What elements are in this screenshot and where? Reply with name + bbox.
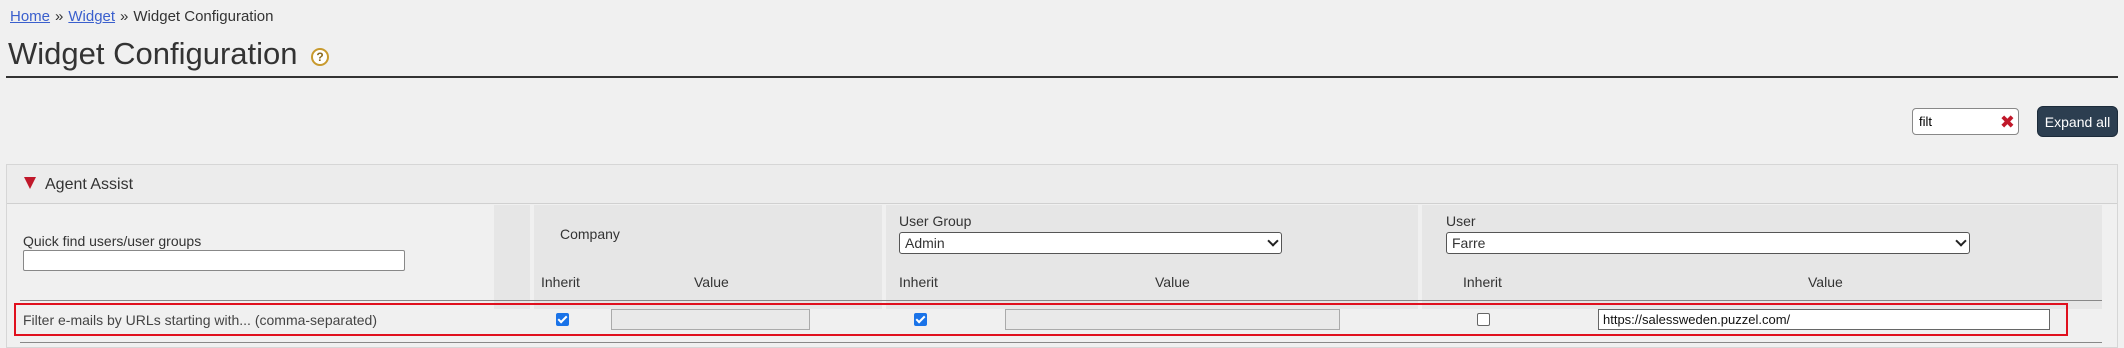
breadcrumb-current: Widget Configuration [133,8,274,25]
user-select[interactable]: Farre [1446,232,1970,254]
quick-find-label: Quick find users/user groups [23,233,202,249]
breadcrumb-separator: » [55,8,64,25]
setting-label: Filter e-mails by URLs starting with... … [23,312,377,328]
filter-input[interactable] [1917,112,1987,131]
company-label: Company [560,226,620,242]
clear-filter-icon[interactable]: ✖ [2000,113,2015,131]
breadcrumb: Home» Widget» Widget Configuration [10,8,273,25]
company-column [534,205,830,309]
group-inherit-header: Inherit [899,274,938,290]
company-value-input[interactable] [611,309,810,330]
user-column [1422,205,2102,309]
user-inherit-checkbox[interactable] [1477,313,1490,326]
user-label: User [1446,213,1476,229]
filter-box: ✖ [1912,108,2019,135]
spacer-column [1378,205,1418,309]
chevron-down-icon [1955,235,1967,247]
company-inherit-header: Inherit [541,274,580,290]
panel-header[interactable]: Agent Assist [7,165,2117,204]
user-selected: Farre [1452,235,1486,251]
row-divider [20,342,2102,343]
group-inherit-checkbox[interactable] [914,313,927,326]
help-icon[interactable]: ? [311,48,329,66]
user-group-selected: Admin [905,235,945,251]
spacer-column [494,205,530,309]
chevron-down-icon [1267,235,1279,247]
user-value-header: Value [1808,274,1843,290]
spacer-column [830,205,882,309]
header-divider [20,300,2102,301]
user-value-input[interactable]: https://salessweden.puzzel.com/ [1598,309,2050,330]
panel-title: Agent Assist [45,176,134,193]
collapse-triangle-icon[interactable] [24,177,36,189]
quick-find-input[interactable] [23,250,405,271]
breadcrumb-widget-link[interactable]: Widget [68,8,115,25]
group-value-header: Value [1155,274,1190,290]
company-inherit-checkbox[interactable] [556,313,569,326]
title-divider [6,76,2118,78]
breadcrumb-home-link[interactable]: Home [10,8,50,25]
expand-all-button[interactable]: Expand all [2037,106,2118,137]
group-value-input[interactable] [1005,309,1340,330]
company-value-header: Value [694,274,729,290]
page-title: Widget Configuration [8,36,298,71]
breadcrumb-separator: » [120,8,129,25]
user-group-label: User Group [899,213,972,229]
user-inherit-header: Inherit [1463,274,1502,290]
user-group-select[interactable]: Admin [899,232,1282,254]
